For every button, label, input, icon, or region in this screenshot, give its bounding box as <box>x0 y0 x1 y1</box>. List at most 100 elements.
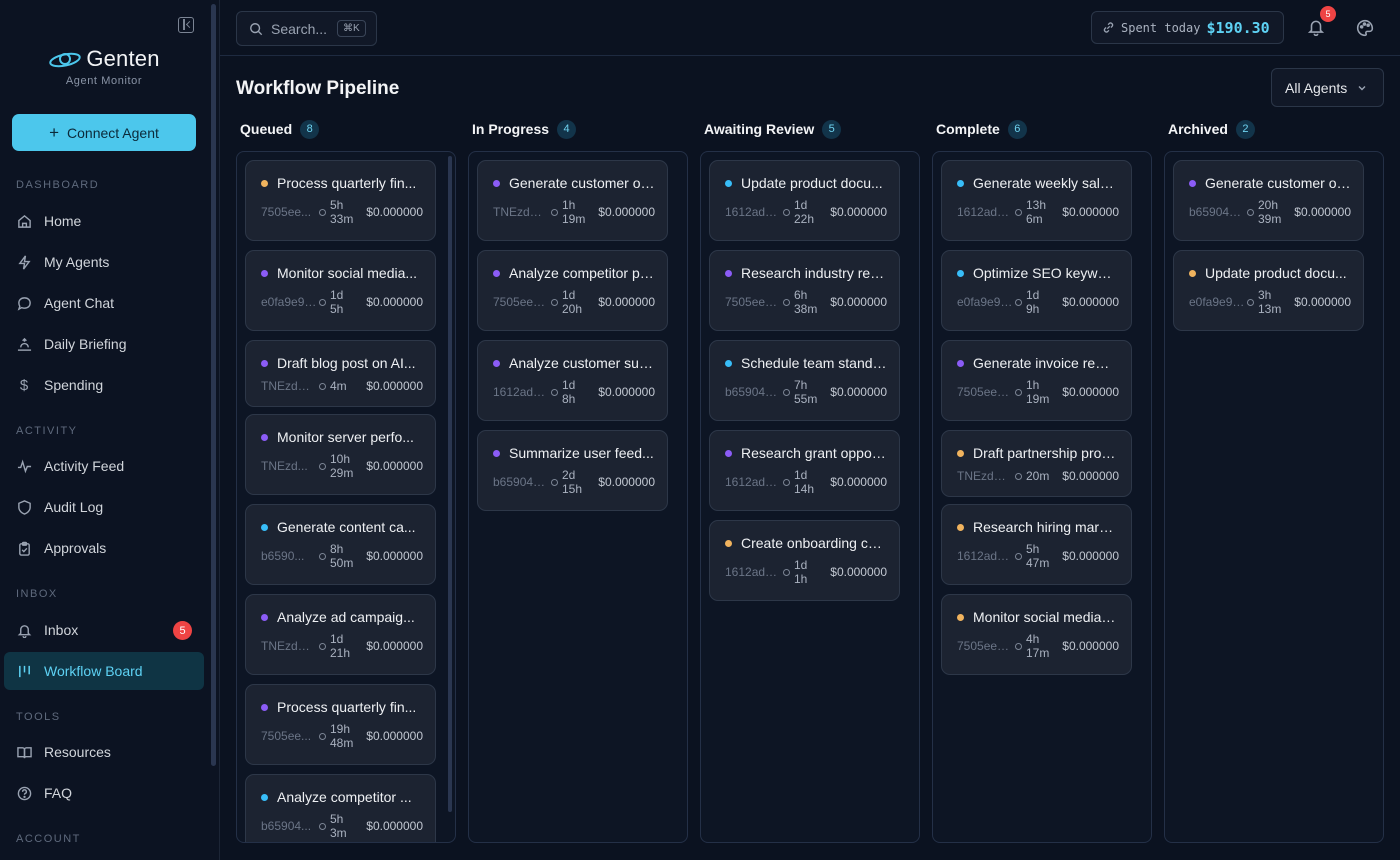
sidebar-item-workflow-board[interactable]: Workflow Board <box>4 652 204 690</box>
planet-logo-icon <box>49 52 82 68</box>
task-card-meta: b659046... 7h 55m $0.000000 <box>725 377 887 407</box>
task-agent-id: 7505eec3... <box>493 295 549 309</box>
clock-icon <box>783 388 790 396</box>
pulse-icon <box>16 458 32 474</box>
task-duration: 6h 38m <box>794 288 826 316</box>
status-dot <box>725 539 732 547</box>
task-title: Analyze ad campaig... <box>277 609 415 625</box>
status-dot <box>261 269 268 277</box>
sidebar-item-spending[interactable]: $ Spending <box>4 366 204 404</box>
task-card[interactable]: Research hiring marke... 1612add8... 5h … <box>941 504 1132 585</box>
clock-icon <box>1015 388 1022 396</box>
column-scrollbar[interactable] <box>448 156 452 812</box>
status-dot <box>261 703 268 711</box>
task-title: Generate customer ou... <box>509 175 655 191</box>
agent-filter-select[interactable]: All Agents <box>1271 68 1384 107</box>
inbox-count-badge: 5 <box>173 621 192 640</box>
clock-icon <box>319 642 326 650</box>
sunrise-icon <box>16 336 32 352</box>
task-card-title-row: Generate invoice remi... <box>957 355 1119 371</box>
sidebar-item-faq[interactable]: FAQ <box>4 774 204 812</box>
section-label-activity: ACTIVITY <box>16 425 78 437</box>
column-body: Generate customer ou... b659046... 20h 3… <box>1164 151 1384 843</box>
task-card[interactable]: Process quarterly fin... 7505ee... 19h 4… <box>245 684 436 765</box>
column-header: Queued 8 <box>236 118 456 140</box>
task-card[interactable]: Create onboarding ch... 1612add8-1... 1d… <box>709 520 900 601</box>
sidebar-item-daily-briefing[interactable]: Daily Briefing <box>4 325 204 363</box>
search-input[interactable]: Search... ⌘K <box>236 11 377 46</box>
task-title: Analyze competitor pr... <box>509 265 655 281</box>
task-card[interactable]: Summarize user feed... b6590464... 2d 15… <box>477 430 668 511</box>
task-cost: $0.000000 <box>598 295 655 309</box>
clock-icon <box>1247 298 1254 306</box>
task-duration-primary: 5h <box>330 198 344 212</box>
task-cost: $0.000000 <box>366 819 423 833</box>
connect-agent-button[interactable]: + Connect Agent <box>12 114 196 151</box>
task-card[interactable]: Monitor social media... e0fa9e9b... 1d 5… <box>245 250 436 331</box>
task-cost: $0.000000 <box>1062 639 1119 653</box>
task-card[interactable]: Analyze competitor pr... 7505eec3... 1d … <box>477 250 668 331</box>
spent-today-chip[interactable]: Spent today $190.30 <box>1091 11 1284 44</box>
sidebar-item-audit-log[interactable]: Audit Log <box>4 488 204 526</box>
status-dot <box>493 449 500 457</box>
task-card[interactable]: Draft partnership prop... TNEzdOl... 20m… <box>941 430 1132 497</box>
task-card[interactable]: Research grant oppor... 1612add8-... 1d … <box>709 430 900 511</box>
sidebar-item-home[interactable]: Home <box>4 202 204 240</box>
task-card[interactable]: Update product docu... 1612add8... 1d 22… <box>709 160 900 241</box>
task-card[interactable]: Schedule team standu... b659046... 7h 55… <box>709 340 900 421</box>
task-card[interactable]: Monitor server perfo... TNEzd... 10h 29m… <box>245 414 436 495</box>
collapse-sidebar-icon[interactable] <box>178 17 194 33</box>
task-duration: 4m <box>330 379 362 393</box>
sidebar-item-my-agents[interactable]: My Agents <box>4 243 204 281</box>
task-agent-id: TNEzd... <box>261 459 308 473</box>
task-duration-secondary: 20h <box>562 302 583 316</box>
task-card-title-row: Draft blog post on AI... <box>261 355 423 371</box>
task-card-meta: 1612add8-... 1d 14h $0.000000 <box>725 467 887 497</box>
task-card[interactable]: Generate customer ou... b659046... 20h 3… <box>1173 160 1364 241</box>
task-card[interactable]: Update product docu... e0fa9e9b... 3h 13… <box>1173 250 1364 331</box>
bell-icon <box>16 622 32 638</box>
sidebar-item-agent-chat[interactable]: Agent Chat <box>4 284 204 322</box>
task-card[interactable]: Analyze customer sup... 1612add8-1... 1d… <box>477 340 668 421</box>
task-duration: 1d 5h <box>330 288 362 316</box>
agent-filter-value: All Agents <box>1285 79 1348 96</box>
task-card-title-row: Process quarterly fin... <box>261 699 423 715</box>
task-card[interactable]: Monitor social media s... 7505eec3... 4h… <box>941 594 1132 675</box>
clock-icon <box>1015 472 1022 480</box>
sidebar-item-inbox[interactable]: Inbox 5 <box>4 611 204 649</box>
task-card[interactable]: Research industry reg... 7505eec... 6h 3… <box>709 250 900 331</box>
clock-icon <box>1015 642 1022 650</box>
task-duration-secondary: 6m <box>1026 212 1043 226</box>
column-body: Process quarterly fin... 7505ee... 5h 33… <box>236 151 456 843</box>
section-label-tools: TOOLS <box>16 711 61 723</box>
notifications-bell-icon[interactable] <box>1307 18 1325 36</box>
task-card[interactable]: Process quarterly fin... 7505ee... 5h 33… <box>245 160 436 241</box>
sidebar-item-approvals[interactable]: Approvals <box>4 529 204 567</box>
task-card[interactable]: Analyze competitor ... b65904... 5h 3m $… <box>245 774 436 842</box>
palette-icon[interactable] <box>1356 19 1374 37</box>
task-card-meta: e0fa9e9b-... 1d 9h $0.000000 <box>957 287 1119 317</box>
task-card[interactable]: Generate customer ou... TNEzdOlx... 1h 1… <box>477 160 668 241</box>
task-duration-secondary: 19m <box>1026 392 1050 406</box>
task-title: Generate invoice remi... <box>973 355 1119 371</box>
task-card[interactable]: Generate content ca... b6590... 8h 50m $… <box>245 504 436 585</box>
task-card[interactable]: Draft blog post on AI... TNEzdOl... 4m $… <box>245 340 436 407</box>
task-card[interactable]: Analyze ad campaig... TNEzdOl... 1d 21h … <box>245 594 436 675</box>
lightning-icon <box>16 254 32 270</box>
task-agent-id: 7505eec3... <box>957 639 1013 653</box>
task-card[interactable]: Generate weekly sales... 1612add8-... 13… <box>941 160 1132 241</box>
task-duration-secondary: 29m <box>330 466 354 480</box>
sidebar-item-resources[interactable]: Resources <box>4 733 204 771</box>
sidebar-scrollbar[interactable] <box>211 4 216 766</box>
task-card[interactable]: Generate invoice remi... 7505eec3... 1h … <box>941 340 1132 421</box>
task-duration: 5h 47m <box>1026 542 1058 570</box>
status-dot <box>957 269 964 277</box>
status-dot <box>957 523 964 531</box>
task-duration-primary: 1d <box>1026 288 1040 302</box>
task-cost: $0.000000 <box>1062 385 1119 399</box>
task-duration-primary: 1h <box>562 198 576 212</box>
plus-icon: + <box>49 123 60 142</box>
task-card[interactable]: Optimize SEO keywords e0fa9e9b-... 1d 9h… <box>941 250 1132 331</box>
sidebar-item-activity-feed[interactable]: Activity Feed <box>4 447 204 485</box>
task-duration-primary: 1d <box>794 198 808 212</box>
